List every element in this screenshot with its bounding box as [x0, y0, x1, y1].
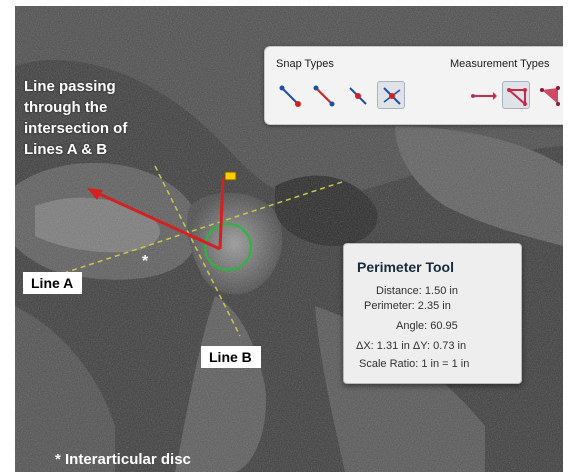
distance-tool-icon	[471, 92, 497, 100]
measure-segment-1	[92, 189, 221, 251]
annotation-line: Lines A & B	[24, 141, 108, 158]
snap-midpoint-button[interactable]	[309, 81, 337, 109]
distance-readout: Distance: 1.50 in	[376, 285, 458, 297]
annotation-line: through the	[24, 99, 108, 116]
annotation-line: Line passing	[24, 78, 116, 95]
snap-intersection-icon	[383, 87, 401, 105]
endpoint-handle-icon[interactable]	[224, 171, 237, 181]
snap-types-label: Snap Types	[276, 58, 334, 70]
arrow-head-icon	[87, 188, 103, 200]
tooltip-title: Perimeter Tool	[357, 259, 454, 275]
distance-tool-button[interactable]	[468, 81, 497, 109]
snap-endpoint-icon	[279, 85, 301, 107]
snap-intersection-button[interactable]	[377, 81, 405, 109]
snap-endpoint-button[interactable]	[275, 81, 303, 109]
angle-readout: Angle: 60.95	[396, 320, 458, 332]
measurement-toolbar: Snap Types Measurement Types	[264, 46, 563, 125]
perimeter-tool-tooltip: Perimeter Tool Distance: 1.50 in Perimet…	[343, 243, 522, 384]
intersection-annotation: Line passing through the intersection of…	[24, 76, 127, 160]
perimeter-tool-icon	[507, 88, 527, 107]
area-tool-button[interactable]	[535, 81, 563, 109]
measure-segment-2	[218, 177, 225, 250]
annotation-line: intersection of	[24, 120, 128, 137]
measurement-types-label: Measurement Types	[450, 58, 550, 70]
snap-midpoint-icon	[313, 85, 335, 107]
line-b-guide	[154, 165, 241, 337]
area-tool-icon	[540, 86, 560, 106]
angle-circle	[204, 223, 252, 271]
delta-readout: ΔX: 1.31 in ΔY: 0.73 in	[356, 340, 467, 352]
perimeter-readout: Perimeter: 2.35 in	[364, 300, 451, 312]
snap-segment-button[interactable]	[343, 81, 371, 109]
footnote: * Interarticular disc	[55, 451, 191, 468]
snap-segment-icon	[349, 87, 367, 105]
line-a-label: Line A	[23, 272, 83, 294]
scale-ratio-readout: Scale Ratio: 1 in = 1 in	[359, 358, 470, 370]
line-b-label: Line B	[201, 346, 261, 368]
image-viewer: Line passing through the intersection of…	[15, 6, 563, 472]
perimeter-tool-button[interactable]	[502, 81, 530, 109]
disc-asterisk: *	[142, 253, 149, 270]
